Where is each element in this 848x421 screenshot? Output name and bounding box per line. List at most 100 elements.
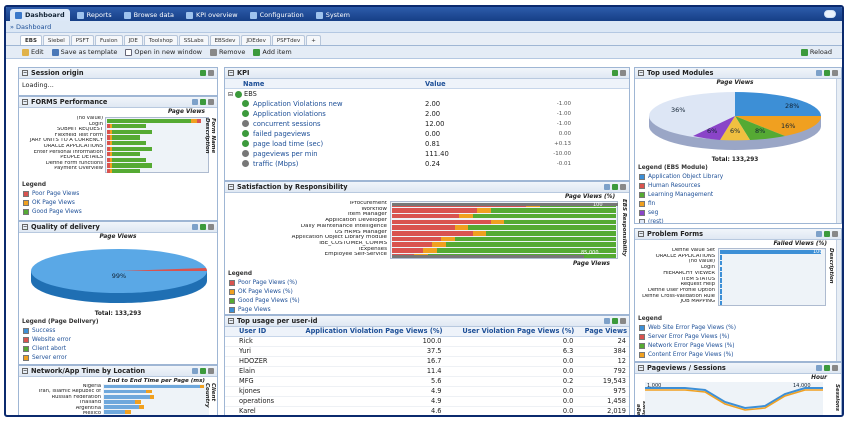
nav-tab-reports[interactable]: Reports <box>72 9 117 21</box>
nav-tab-system[interactable]: System <box>311 9 355 21</box>
bar[interactable] <box>720 289 824 294</box>
table-row[interactable]: kjones 4.9 0.0 975 <box>225 386 629 397</box>
cube-icon[interactable] <box>192 368 198 374</box>
trash-icon[interactable] <box>832 70 838 76</box>
trash-icon[interactable] <box>208 99 214 105</box>
env-tab-jdedev[interactable]: JDEdev <box>241 35 271 45</box>
legend-item[interactable]: seg <box>639 209 841 216</box>
trash-icon[interactable] <box>208 368 214 374</box>
bar[interactable] <box>107 129 207 135</box>
collapse-icon[interactable]: − <box>228 70 234 76</box>
refresh-icon[interactable] <box>200 368 206 374</box>
cube-icon[interactable] <box>816 231 822 237</box>
kpi-row[interactable]: traffic (Mbps) 0.24 -0.01 <box>225 159 629 169</box>
table-row[interactable]: Karel 4.6 0.0 2,019 <box>225 406 629 415</box>
cube-icon[interactable] <box>192 99 198 105</box>
env-tab-jde[interactable]: JDE <box>123 35 143 45</box>
bar[interactable] <box>392 208 616 213</box>
cube-icon[interactable] <box>816 365 822 371</box>
kpi-col-value[interactable]: Value <box>425 80 446 88</box>
open-new-window-button[interactable]: Open in new window <box>125 48 202 56</box>
bar[interactable] <box>392 236 616 242</box>
kpi-name[interactable]: failed pageviews <box>251 129 423 139</box>
legend-label[interactable]: seg <box>648 210 658 216</box>
bar[interactable] <box>107 168 207 174</box>
legend-item[interactable]: Success <box>23 327 217 334</box>
breadcrumb[interactable]: » Dashboard <box>6 21 842 33</box>
kpi-row[interactable]: page load time (sec) 0.81 +0.13 <box>225 139 629 149</box>
add-tab-button[interactable]: + <box>306 35 321 45</box>
legend-item[interactable]: Poor Page Views (%) <box>229 279 629 286</box>
legend-label[interactable]: Server error <box>32 355 67 361</box>
bar[interactable] <box>104 389 208 394</box>
legend-label[interactable]: Poor Page Views <box>32 191 79 197</box>
bar[interactable] <box>104 399 208 404</box>
legend-label[interactable]: Good Page Views <box>32 209 82 215</box>
bar[interactable] <box>392 231 616 236</box>
cube-icon[interactable] <box>816 70 822 76</box>
bar[interactable] <box>107 157 207 163</box>
collapse-icon[interactable]: − <box>22 368 28 374</box>
kpi-name[interactable]: Application Violations new <box>251 99 423 109</box>
trash-icon[interactable] <box>832 365 838 371</box>
refresh-icon[interactable] <box>824 231 830 237</box>
env-tab-toolshop[interactable]: Toolshop <box>143 35 178 45</box>
legend-label[interactable]: Good Page Views (%) <box>238 298 300 304</box>
env-tab-fusion[interactable]: Fusion <box>94 35 123 45</box>
bar[interactable] <box>107 135 207 140</box>
nav-tab-dashboard[interactable]: Dashboard <box>10 9 70 21</box>
table-row[interactable]: Ricardo3.60.0776 <box>225 416 629 417</box>
legend-item[interactable]: Server Error Page Views (%) <box>639 333 841 340</box>
bar[interactable] <box>107 118 207 123</box>
table-row[interactable]: HDOZER 16.7 0.0 12 <box>225 356 629 367</box>
legend-label[interactable]: OK Page Views <box>32 200 75 206</box>
legend-label[interactable]: Application Object Library <box>648 174 723 180</box>
refresh-icon[interactable] <box>612 184 618 190</box>
cube-icon[interactable] <box>192 224 198 230</box>
env-tab-ebs[interactable]: EBS <box>20 35 42 45</box>
legend-label[interactable]: Network Error Page Views (%) <box>648 343 735 349</box>
refresh-icon[interactable] <box>200 70 206 76</box>
legend-label[interactable]: (rest) <box>648 219 664 224</box>
legend-item[interactable]: Web Site Error Page Views (%) <box>639 324 841 331</box>
cube-icon[interactable] <box>604 318 610 324</box>
breadcrumb-label[interactable]: » Dashboard <box>10 23 51 31</box>
table-row[interactable]: Elain 11.4 0.0 792 <box>225 366 629 377</box>
nav-tab-browse-data[interactable]: Browse data <box>119 9 179 21</box>
bar[interactable] <box>107 124 207 129</box>
legend-label[interactable]: Success <box>32 328 55 334</box>
collapse-icon[interactable]: − <box>22 224 28 230</box>
column-header[interactable]: Page Views <box>576 327 629 337</box>
legend-item[interactable]: Learning Management <box>639 191 841 198</box>
legend-item[interactable]: Poor Page Views <box>23 190 217 197</box>
legend-item[interactable]: Server error <box>23 354 217 361</box>
kpi-col-name[interactable]: Name <box>225 80 425 88</box>
bar[interactable] <box>392 219 616 225</box>
collapse-icon[interactable]: − <box>22 99 28 105</box>
kpi-row[interactable]: Application violations 2.00 -1.00 <box>225 109 629 119</box>
legend-item[interactable]: fin <box>639 200 841 207</box>
scrollbar[interactable] <box>836 79 841 223</box>
remove-button[interactable]: Remove <box>210 48 245 56</box>
toggle-pill[interactable] <box>824 10 836 18</box>
kpi-name[interactable]: pageviews per min <box>251 149 423 159</box>
env-tab-ebsdev[interactable]: EBSdev <box>209 35 241 45</box>
bar[interactable] <box>392 242 616 247</box>
trash-icon[interactable] <box>620 318 626 324</box>
bar[interactable] <box>720 295 824 300</box>
trash-icon[interactable] <box>620 70 626 76</box>
legend-item[interactable]: Content Error Page Views (%) <box>639 351 841 358</box>
bar[interactable] <box>104 384 208 389</box>
legend-item[interactable]: OK Page Views <box>23 199 217 206</box>
edit-button[interactable]: Edit <box>22 48 44 56</box>
bar[interactable] <box>392 225 616 230</box>
table-row[interactable]: operations 4.9 0.0 1,458 <box>225 396 629 407</box>
collapse-icon[interactable]: − <box>228 184 234 190</box>
trash-icon[interactable] <box>832 231 838 237</box>
legend-item[interactable]: Human Resources <box>639 182 841 189</box>
legend-label[interactable]: Client abort <box>32 346 66 352</box>
bar[interactable] <box>720 249 824 254</box>
scrollbar[interactable] <box>836 240 841 361</box>
legend-label[interactable]: Server Error Page Views (%) <box>648 334 729 340</box>
kpi-row[interactable]: Application Violations new 2.00 -1.00 <box>225 99 629 109</box>
